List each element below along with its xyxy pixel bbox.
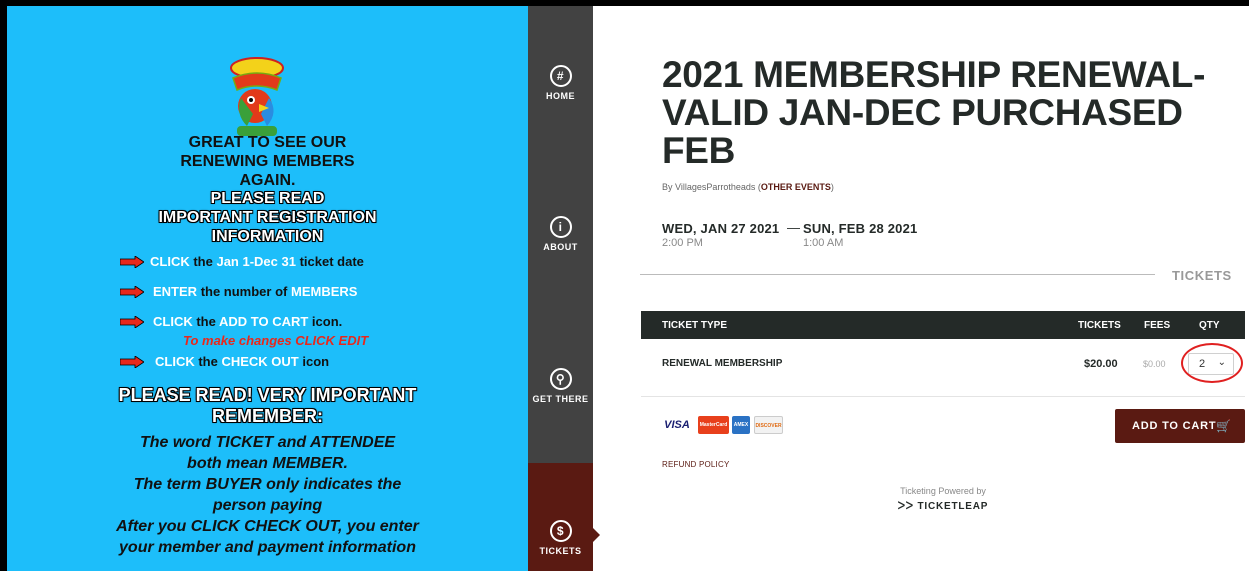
mastercard-icon: MasterCard <box>698 416 729 434</box>
start-datetime: WED, JAN 27 2021 2:00 PM <box>662 221 779 249</box>
step-select-date: CLICK the Jan 1-Dec 31 ticket date <box>150 254 364 269</box>
ticket-fee: $0.00 <box>1143 359 1166 369</box>
start-time: 2:00 PM <box>662 237 703 249</box>
tickets-section-label: TICKETS <box>1172 268 1232 283</box>
event-title: 2021 MEMBERSHIP RENEWAL- VALID JAN-DEC P… <box>662 54 1206 171</box>
side-nav: # HOME i ABOUT ⚲ GET THERE $ TICKETS <box>528 6 593 571</box>
arrow-icon <box>120 316 144 328</box>
home-icon: # <box>549 65 572 87</box>
arrow-icon <box>120 256 144 268</box>
end-date: SUN, FEB 28 2021 <box>803 221 918 236</box>
refund-policy-link[interactable]: REFUND POLICY <box>662 460 730 469</box>
location-pin-icon: ⚲ <box>549 368 572 390</box>
nav-about-label: ABOUT <box>543 242 578 252</box>
important-heading: PLEASE READ! VERY IMPORTANT REMEMBER: <box>118 385 417 426</box>
info-icon: i <box>549 216 572 238</box>
window-frame-left <box>0 0 7 571</box>
ticketleap-mark-icon: ᐳᐳ <box>897 501 918 512</box>
arrow-icon <box>120 286 144 298</box>
parrotheads-logo <box>230 57 284 136</box>
start-date: WED, JAN 27 2021 <box>662 221 780 236</box>
ticket-price: $20.00 <box>1084 358 1118 370</box>
nav-get-there[interactable]: ⚲ GET THERE <box>528 368 593 404</box>
annotation-circle <box>1181 343 1243 383</box>
nav-home-label: HOME <box>546 91 575 101</box>
end-time: 1:00 AM <box>803 237 844 249</box>
member-explanation: The word TICKET and ATTENDEE both mean M… <box>116 434 419 556</box>
visa-card-icon: VISA <box>664 419 690 431</box>
nav-tickets-label: TICKETS <box>539 546 582 556</box>
nav-get-there-label: GET THERE <box>532 394 589 404</box>
read-important-heading: PLEASE READ IMPORTANT REGISTRATION INFOR… <box>158 190 377 245</box>
section-divider <box>640 274 1155 275</box>
col-qty: QTY <box>1199 320 1220 331</box>
amex-card-icon: AMEX <box>732 416 750 434</box>
step-enter-members: ENTER the number of MEMBERS <box>153 284 358 299</box>
other-events-link[interactable]: OTHER EVENTS <box>761 182 831 192</box>
ticket-table-header: TICKET TYPE TICKETS FEES QTY <box>641 311 1245 339</box>
add-to-cart-button[interactable]: ADD TO CART 🛒 <box>1115 409 1245 443</box>
step-check-out: CLICK the CHECK OUT icon <box>155 354 330 369</box>
add-to-cart-label: ADD TO CART <box>1132 420 1217 432</box>
ticketleap-logo: ᐳᐳ TICKETLEAP <box>897 501 989 512</box>
col-fees: FEES <box>1144 320 1171 331</box>
greeting-text: GREAT TO SEE OUR RENEWING MEMBERS AGAIN. <box>180 134 355 189</box>
nav-home[interactable]: # HOME <box>528 65 593 101</box>
step-add-to-cart: CLICK the ADD TO CART icon. <box>153 314 343 329</box>
promo-panel: GREAT TO SEE OUR RENEWING MEMBERS AGAIN.… <box>7 6 528 571</box>
nav-active-pointer <box>593 528 600 542</box>
discover-card-icon: DISCOVER <box>754 416 783 434</box>
arrow-icon <box>120 356 144 368</box>
nav-about[interactable]: i ABOUT <box>528 216 593 252</box>
ticket-type-name: RENEWAL MEMBERSHIP <box>662 358 783 369</box>
col-ticket-type: TICKET TYPE <box>662 320 728 331</box>
end-datetime: SUN, FEB 28 2021 1:00 AM <box>803 221 917 249</box>
organizer-byline: By VillagesParrotheads (OTHER EVENTS) <box>662 182 834 192</box>
row-divider <box>641 396 1245 397</box>
col-tickets: TICKETS <box>1078 320 1121 331</box>
powered-by-text: Ticketing Powered by <box>900 486 986 496</box>
edit-changes-note: To make changes CLICK EDIT <box>183 333 369 348</box>
cart-icon: 🛒 <box>1216 419 1232 433</box>
date-separator: — <box>787 220 800 235</box>
ticket-dollar-icon: $ <box>549 520 572 542</box>
nav-tickets[interactable]: $ TICKETS <box>528 520 593 556</box>
